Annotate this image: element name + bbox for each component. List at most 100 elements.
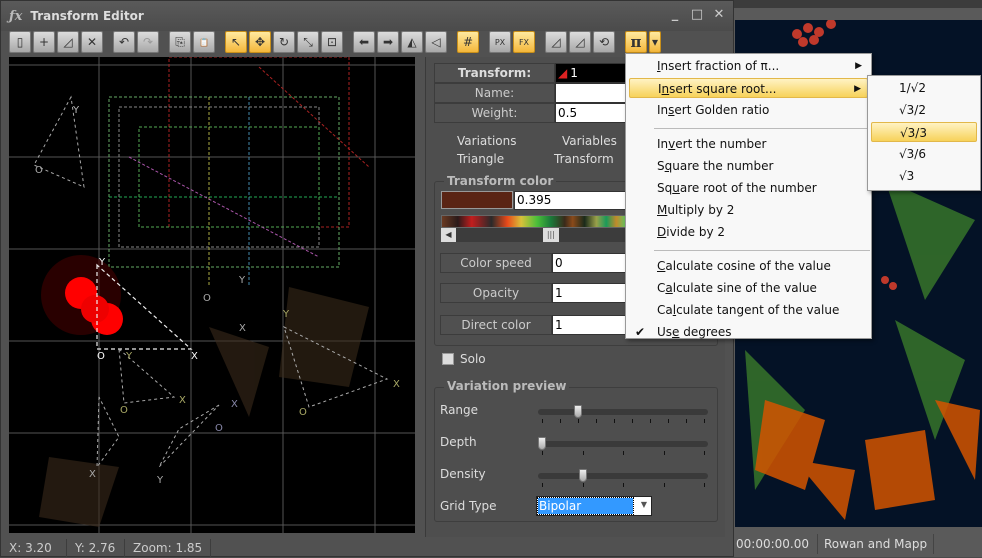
- slider-tick: [542, 419, 543, 423]
- paste-button[interactable]: 📋: [193, 31, 215, 53]
- flip-horizontal-button[interactable]: ◭: [401, 31, 423, 53]
- variation-preview-title: Variation preview: [444, 379, 570, 393]
- slider-tick: [578, 419, 579, 423]
- tab-transform[interactable]: Transform: [554, 152, 614, 166]
- arrow-left-icon: ⬅: [358, 35, 370, 49]
- reset-all-button[interactable]: ◿: [569, 31, 591, 53]
- menu-item[interactable]: Calculate tangent of the value: [629, 300, 868, 320]
- tab-variations[interactable]: Variations: [457, 134, 517, 148]
- menu-item-accelerator: u: [672, 181, 680, 195]
- check-icon: ✔: [635, 325, 646, 339]
- color-scrollbar[interactable]: ◀ |||: [441, 228, 641, 242]
- submenu-item[interactable]: 1/√2: [871, 78, 977, 98]
- fx-icon: ƒx: [9, 8, 23, 24]
- submenu-item[interactable]: √3/2: [871, 100, 977, 120]
- tab-variables[interactable]: Variables: [562, 134, 617, 148]
- tab-triangle[interactable]: Triangle: [457, 152, 504, 166]
- menu-item-label: In: [657, 137, 669, 151]
- submenu-item[interactable]: √3/6: [871, 144, 977, 164]
- flip-left-button[interactable]: ⬅: [353, 31, 375, 53]
- grid-type-value: Bipolar: [537, 497, 634, 515]
- menu-item[interactable]: Insert Golden ratio: [629, 100, 868, 120]
- rotate-mode-button[interactable]: ↻: [273, 31, 295, 53]
- range-slider[interactable]: [538, 405, 708, 418]
- slider-tick: [704, 419, 705, 423]
- menu-item[interactable]: Insert fraction of π... ▶: [629, 56, 868, 76]
- title-bar[interactable]: ƒx Transform Editor _ □ ✕: [1, 1, 733, 31]
- svg-text:Y: Y: [98, 257, 106, 268]
- submenu-item[interactable]: √3: [871, 166, 977, 186]
- menu-item-label: ultiply by 2: [667, 203, 735, 217]
- close-button[interactable]: ✕: [709, 7, 729, 22]
- svg-text:O: O: [120, 405, 128, 416]
- duplicate-transform-button[interactable]: ◿: [57, 31, 79, 53]
- menu-item[interactable]: Square the number: [629, 156, 868, 176]
- menu-item[interactable]: Square root of the number: [629, 178, 868, 198]
- menu-item-label: S: [657, 159, 665, 173]
- maximize-button[interactable]: □: [687, 7, 707, 22]
- square-root-submenu: 1/√2 √3/2 √3/3 √3/6 √3: [867, 75, 981, 191]
- slider-tick: [560, 419, 561, 423]
- select-mode-button[interactable]: ↖: [225, 31, 247, 53]
- scale-icon: ⤡: [303, 34, 313, 49]
- undo-icon: ↶: [118, 35, 130, 49]
- depth-slider-thumb[interactable]: [538, 437, 546, 450]
- scroll-left-arrow-icon[interactable]: ◀: [441, 228, 456, 242]
- menu-item[interactable]: Divide by 2: [629, 222, 868, 242]
- menu-item-label: ert Golden ratio: [674, 103, 770, 117]
- grid-type-select[interactable]: Bipolar ▼: [536, 496, 652, 516]
- pi-context-menu: Insert fraction of π... ▶ Insert square ro…: [625, 53, 872, 339]
- toggle-grid-button[interactable]: #: [457, 31, 479, 53]
- solo-checkbox[interactable]: [442, 353, 454, 365]
- cursor-x-readout: X: 3.20: [1, 539, 67, 557]
- status-bar: X: 3.20 Y: 2.76 Zoom: 1.85: [1, 538, 421, 558]
- variation-preview-lines: [108, 57, 370, 287]
- final-transform-button[interactable]: FX: [513, 31, 535, 53]
- color-scroll-thumb[interactable]: |||: [542, 228, 559, 242]
- fit-mode-button[interactable]: ⊡: [321, 31, 343, 53]
- reset-transform-button[interactable]: ◿: [545, 31, 567, 53]
- transform-color-title: Transform color: [444, 174, 557, 188]
- grid-type-label: Grid Type: [440, 499, 497, 513]
- slider-tick: [650, 419, 651, 423]
- slider-tick: [668, 419, 669, 423]
- new-transform-button[interactable]: ▯: [9, 31, 31, 53]
- flip-right-button[interactable]: ➡: [377, 31, 399, 53]
- add-triangle-icon: +: [38, 35, 50, 49]
- move-mode-button[interactable]: ✥: [249, 31, 271, 53]
- menu-item[interactable]: Insert square root... ▶: [629, 78, 868, 98]
- menu-item[interactable]: Calculate sine of the value: [629, 278, 868, 298]
- menu-item[interactable]: Calculate cosine of the value: [629, 256, 868, 276]
- delete-transform-button[interactable]: ✕: [81, 31, 103, 53]
- post-transform-button[interactable]: PX: [489, 31, 511, 53]
- triangle-editor-canvas[interactable]: Y O Y O X Y O X O X Y Y O X X O X Y: [9, 57, 415, 533]
- flip-vertical-button[interactable]: ◁: [425, 31, 447, 53]
- menu-item[interactable]: Use degrees ✔: [629, 322, 868, 342]
- density-ticks: [538, 483, 708, 487]
- menu-separator: [654, 128, 870, 129]
- svg-text:X: X: [239, 323, 246, 334]
- copy-button[interactable]: ⎘: [169, 31, 191, 53]
- submenu-item[interactable]: √3/3: [871, 122, 977, 142]
- flip-vertical-icon: ◁: [431, 35, 441, 49]
- direct-color-label: Direct color: [440, 315, 552, 335]
- post-transform-icon: PX: [494, 37, 506, 47]
- minimize-button[interactable]: _: [665, 7, 685, 22]
- add-transform-button[interactable]: +: [33, 31, 55, 53]
- range-slider-thumb[interactable]: [573, 405, 582, 418]
- undo-button[interactable]: ↶: [113, 31, 135, 53]
- density-slider-thumb[interactable]: [578, 469, 587, 482]
- scale-mode-button[interactable]: ⤡: [297, 31, 319, 53]
- transform-color-swatch[interactable]: [441, 191, 513, 209]
- menu-item[interactable]: Multiply by 2: [629, 200, 868, 220]
- depth-slider[interactable]: [538, 437, 708, 450]
- density-slider[interactable]: [538, 469, 708, 482]
- pi-dropdown-button[interactable]: ▾: [649, 31, 661, 53]
- menu-item[interactable]: Invert the number: [629, 134, 868, 154]
- transform-rotate-button[interactable]: ⟲: [593, 31, 615, 53]
- solo-checkbox-row[interactable]: Solo: [442, 352, 486, 366]
- color-speed-label: Color speed: [440, 253, 552, 273]
- grid-icon: #: [462, 35, 474, 49]
- pi-menu-button[interactable]: π: [625, 31, 647, 53]
- redo-button[interactable]: ↷: [137, 31, 159, 53]
